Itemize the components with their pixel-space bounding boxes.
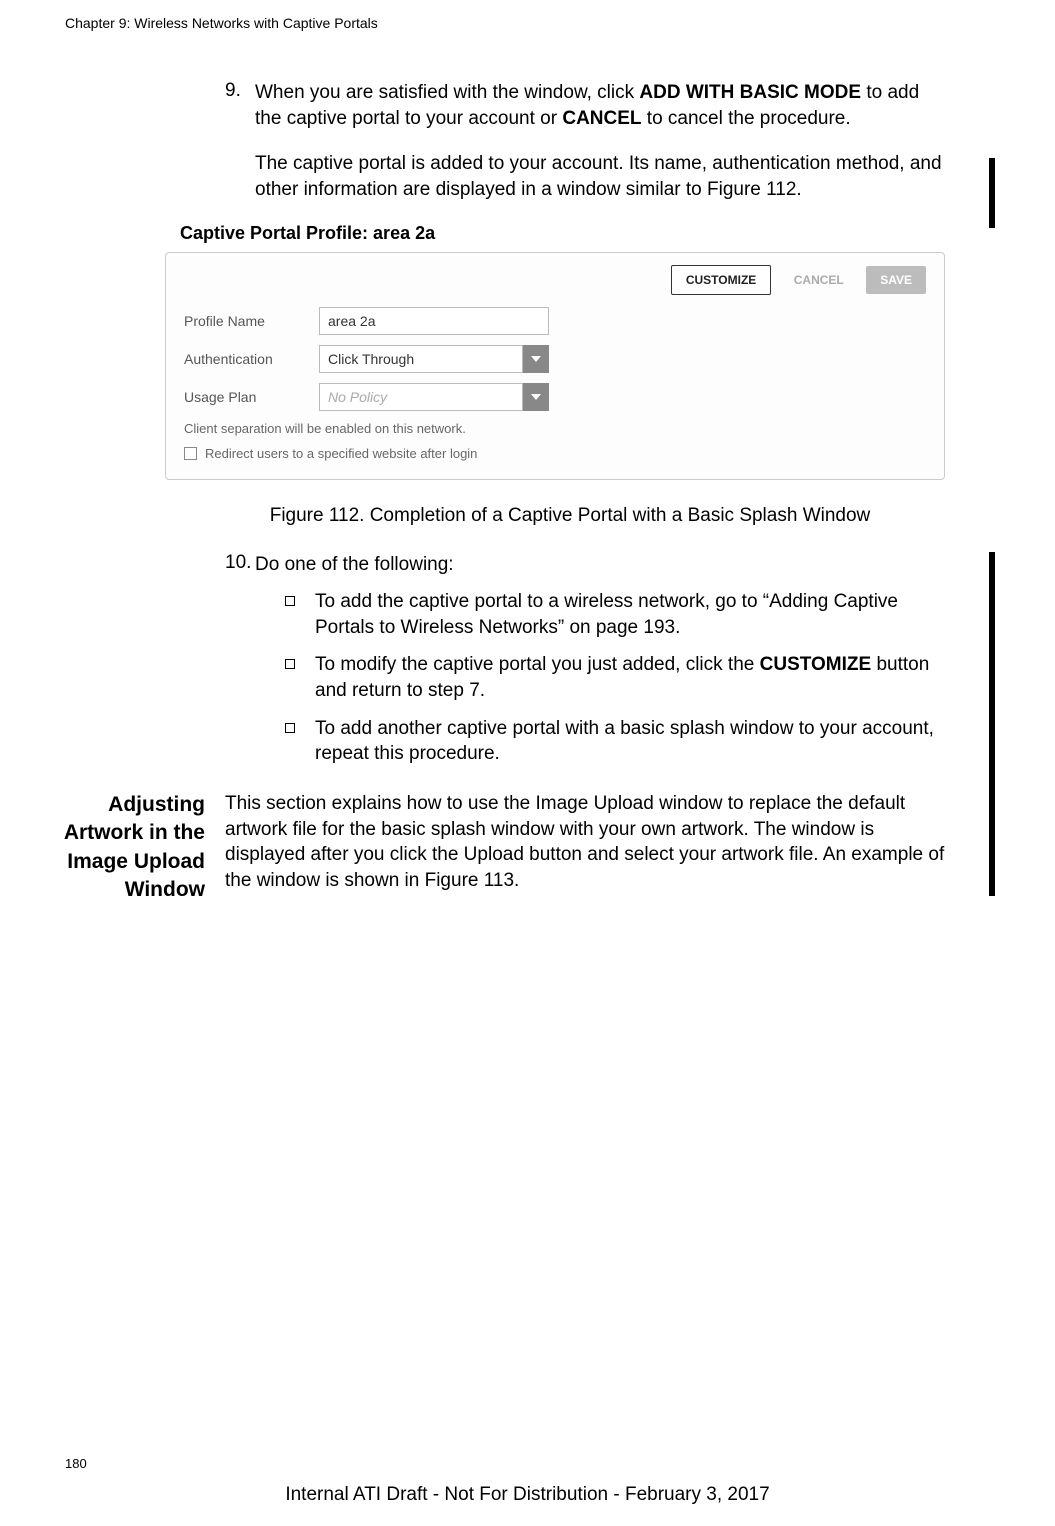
page-number: 180: [65, 1456, 87, 1471]
section-body: This section explains how to use the Ima…: [225, 791, 945, 894]
sub-text: To add another captive portal with a bas…: [315, 716, 945, 767]
step-text: Do one of the following:: [255, 552, 454, 578]
sub-text: To add the captive portal to a wireless …: [315, 589, 945, 640]
chevron-down-icon: [531, 394, 541, 400]
step-10: 10. Do one of the following:: [225, 552, 945, 578]
step-9-result: The captive portal is added to your acco…: [255, 151, 945, 202]
text-segment: To modify the captive portal you just ad…: [315, 654, 760, 675]
content-area: 9. When you are satisfied with the windo…: [225, 80, 945, 894]
text-segment: To add another captive portal with a bas…: [315, 718, 934, 765]
text-segment: When you are satisfied with the window, …: [255, 82, 639, 103]
helper-text: Client separation will be enabled on thi…: [184, 421, 926, 436]
change-bar: [989, 158, 995, 228]
save-button[interactable]: SAVE: [866, 266, 926, 294]
redirect-checkbox-label: Redirect users to a specified website af…: [205, 446, 477, 461]
figure-panel: CUSTOMIZE CANCEL SAVE Profile Name area …: [165, 252, 945, 480]
profile-name-input[interactable]: area 2a: [319, 307, 549, 335]
bullet-icon: [285, 652, 315, 703]
sub-item: To add the captive portal to a wireless …: [285, 589, 945, 640]
bullet-icon: [285, 589, 315, 640]
figure-title-name: area 2a: [373, 223, 435, 243]
figure-112-container: Captive Portal Profile: area 2a CUSTOMIZ…: [165, 223, 945, 480]
authentication-select[interactable]: Click Through: [319, 345, 523, 373]
authentication-row: Authentication Click Through: [184, 345, 926, 373]
sub-item: To add another captive portal with a bas…: [285, 716, 945, 767]
usage-plan-row: Usage Plan No Policy: [184, 383, 926, 411]
redirect-checkbox[interactable]: [184, 447, 197, 460]
step-number: 10.: [225, 552, 255, 578]
step-9: 9. When you are satisfied with the windo…: [225, 80, 945, 131]
redirect-checkbox-row: Redirect users to a specified website af…: [184, 446, 926, 461]
change-bar: [989, 791, 995, 896]
text-segment: to cancel the procedure.: [642, 108, 851, 129]
figure-title: Captive Portal Profile: area 2a: [165, 223, 945, 244]
sub-text: To modify the captive portal you just ad…: [315, 652, 945, 703]
text-bold: ADD WITH BASIC MODE: [639, 82, 861, 103]
section-adjusting-artwork: Adjusting Artwork in the Image Upload Wi…: [225, 791, 945, 894]
figure-112-caption: Figure 112. Completion of a Captive Port…: [195, 505, 945, 527]
profile-name-row: Profile Name area 2a: [184, 307, 926, 335]
step-text: When you are satisfied with the window, …: [255, 80, 945, 131]
usage-plan-select[interactable]: No Policy: [319, 383, 523, 411]
figure-toolbar: CUSTOMIZE CANCEL SAVE: [184, 265, 926, 295]
section-heading: Adjusting Artwork in the Image Upload Wi…: [47, 791, 205, 904]
text-bold: CUSTOMIZE: [760, 654, 872, 675]
step-10-sublist: To add the captive portal to a wireless …: [285, 589, 945, 767]
figure-title-prefix: Captive Portal Profile:: [180, 223, 373, 243]
authentication-label: Authentication: [184, 351, 319, 367]
step-number: 9.: [225, 80, 255, 131]
cancel-button[interactable]: CANCEL: [780, 266, 858, 294]
authentication-dropdown-button[interactable]: [523, 345, 549, 373]
sub-item: To modify the captive portal you just ad…: [285, 652, 945, 703]
usage-plan-label: Usage Plan: [184, 389, 319, 405]
chevron-down-icon: [531, 356, 541, 362]
footer-text: Internal ATI Draft - Not For Distributio…: [0, 1484, 1055, 1506]
customize-button[interactable]: CUSTOMIZE: [671, 265, 771, 295]
bullet-icon: [285, 716, 315, 767]
usage-plan-dropdown-button[interactable]: [523, 383, 549, 411]
profile-name-label: Profile Name: [184, 313, 319, 329]
change-bar: [989, 552, 995, 807]
chapter-header: Chapter 9: Wireless Networks with Captiv…: [65, 15, 378, 31]
text-segment: To add the captive portal to a wireless …: [315, 591, 898, 638]
text-bold: CANCEL: [562, 108, 641, 129]
